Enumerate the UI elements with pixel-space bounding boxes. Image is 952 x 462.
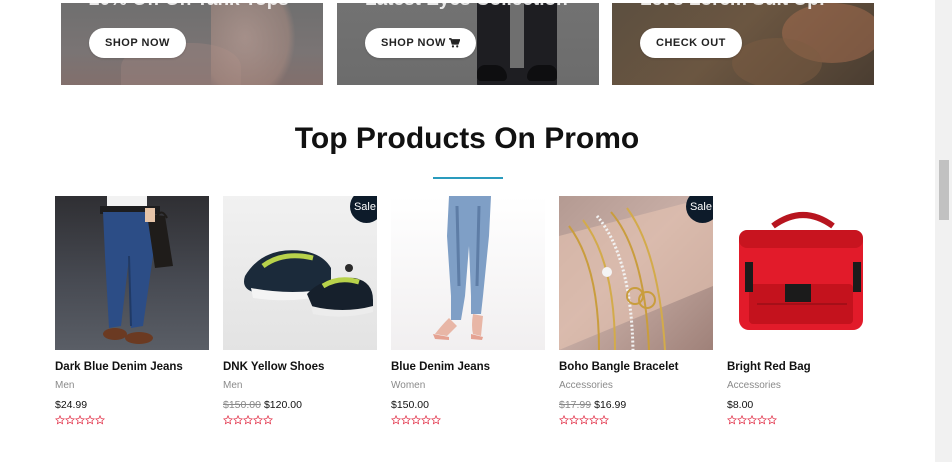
- shop-now-cart-button[interactable]: SHOP NOW: [365, 28, 476, 58]
- scrollbar-thumb[interactable]: [939, 160, 949, 220]
- star-icon: [579, 415, 589, 425]
- check-out-button[interactable]: CHECK OUT: [640, 28, 742, 58]
- old-price: $150.00: [223, 399, 261, 411]
- product-price: $150.00 $120.00: [223, 399, 377, 411]
- current-price: $120.00: [263, 399, 302, 411]
- star-icon: [75, 415, 85, 425]
- product-name[interactable]: DNK Yellow Shoes: [223, 361, 377, 373]
- current-price: $16.99: [594, 399, 627, 411]
- product-price: $150.00: [391, 399, 545, 411]
- product-name[interactable]: Bright Red Bag: [727, 361, 881, 373]
- product-price: $17.99 $16.99: [559, 399, 713, 411]
- old-price: $17.99: [559, 399, 592, 411]
- product-card[interactable]: Blue Denim Jeans Women $150.00: [391, 196, 545, 425]
- product-card[interactable]: Sale! Boho Bangle Bracelet Accessories $…: [559, 196, 713, 425]
- star-icon: [263, 415, 273, 425]
- page: 20% Off On Tank Tops SHOP NOW Latest Eye…: [0, 0, 952, 462]
- dark-jeans-image: [100, 196, 173, 344]
- product-price: $8.00: [727, 399, 881, 411]
- promo-banner-tank-tops[interactable]: 20% Off On Tank Tops SHOP NOW: [61, 3, 323, 85]
- star-icon: [55, 415, 65, 425]
- banner-image-shadow: [732, 38, 822, 85]
- star-icon: [569, 415, 579, 425]
- star-icon: [65, 415, 75, 425]
- current-price: $8.00: [727, 399, 754, 411]
- section-title: Top Products On Promo: [294, 122, 640, 155]
- current-price: $150.00: [391, 399, 429, 411]
- star-icon: [589, 415, 599, 425]
- star-icon: [401, 415, 411, 425]
- star-icon: [243, 415, 253, 425]
- star-icon: [411, 415, 421, 425]
- star-icon: [233, 415, 243, 425]
- product-name[interactable]: Dark Blue Denim Jeans: [55, 361, 209, 373]
- product-category[interactable]: Men: [223, 380, 377, 391]
- yellow-shoes-image: [244, 250, 373, 317]
- product-image[interactable]: Sale!: [223, 196, 377, 350]
- product-name[interactable]: Boho Bangle Bracelet: [559, 361, 713, 373]
- star-icon: [85, 415, 95, 425]
- product-category[interactable]: Accessories: [559, 380, 713, 391]
- shop-now-label: SHOP NOW: [105, 37, 170, 49]
- check-out-label: CHECK OUT: [656, 37, 726, 49]
- current-price: $24.99: [55, 399, 88, 411]
- shop-now-button[interactable]: SHOP NOW: [89, 28, 186, 58]
- product-card[interactable]: Bright Red Bag Accessories $8.00: [727, 196, 881, 425]
- product-image[interactable]: [391, 196, 545, 350]
- product-card[interactable]: Sale! DNK Yellow Shoes Men $150.00 $120.0…: [223, 196, 377, 425]
- product-image[interactable]: [55, 196, 209, 350]
- banner-image-arm: [211, 3, 296, 85]
- shop-now-label: SHOP NOW: [381, 37, 446, 49]
- star-icon: [727, 415, 737, 425]
- star-icon: [431, 415, 441, 425]
- blue-jeans-image: [433, 196, 491, 340]
- product-image[interactable]: [727, 196, 881, 350]
- star-icon: [767, 415, 777, 425]
- star-icon: [559, 415, 569, 425]
- bracelet-image: [559, 196, 713, 350]
- star-icon: [747, 415, 757, 425]
- product-category[interactable]: Men: [55, 380, 209, 391]
- product-name[interactable]: Blue Denim Jeans: [391, 361, 545, 373]
- cart-icon: [448, 38, 460, 48]
- promo-banner-suit[interactable]: Let's Lorem Suit Up! CHECK OUT: [612, 3, 874, 85]
- product-category[interactable]: Women: [391, 380, 545, 391]
- star-icon: [223, 415, 233, 425]
- banner-title: Latest Eyes Collection: [365, 3, 568, 11]
- star-icon: [737, 415, 747, 425]
- star-icon: [599, 415, 609, 425]
- star-icon: [391, 415, 401, 425]
- star-icon: [757, 415, 767, 425]
- star-icon: [421, 415, 431, 425]
- banner-title: Let's Lorem Suit Up!: [640, 3, 825, 11]
- banner-image-shoe: [477, 65, 507, 81]
- banner-image-shoe: [527, 65, 557, 81]
- star-icon: [95, 415, 105, 425]
- banner-title: 20% Off On Tank Tops: [89, 3, 289, 11]
- title-underline: [433, 177, 503, 179]
- star-rating: [223, 415, 377, 425]
- product-category[interactable]: Accessories: [727, 380, 881, 391]
- star-rating: [727, 415, 881, 425]
- product-price: $24.99: [55, 399, 209, 411]
- star-icon: [253, 415, 263, 425]
- red-bag-image: [739, 212, 863, 330]
- page-scrollbar[interactable]: [935, 0, 952, 462]
- star-rating: [391, 415, 545, 425]
- promo-banner-collection[interactable]: Latest Eyes Collection SHOP NOW: [337, 3, 599, 85]
- product-image[interactable]: Sale!: [559, 196, 713, 350]
- star-rating: [55, 415, 209, 425]
- product-card[interactable]: Dark Blue Denim Jeans Men $24.99: [55, 196, 209, 425]
- banner-image-gap: [510, 3, 524, 68]
- star-rating: [559, 415, 713, 425]
